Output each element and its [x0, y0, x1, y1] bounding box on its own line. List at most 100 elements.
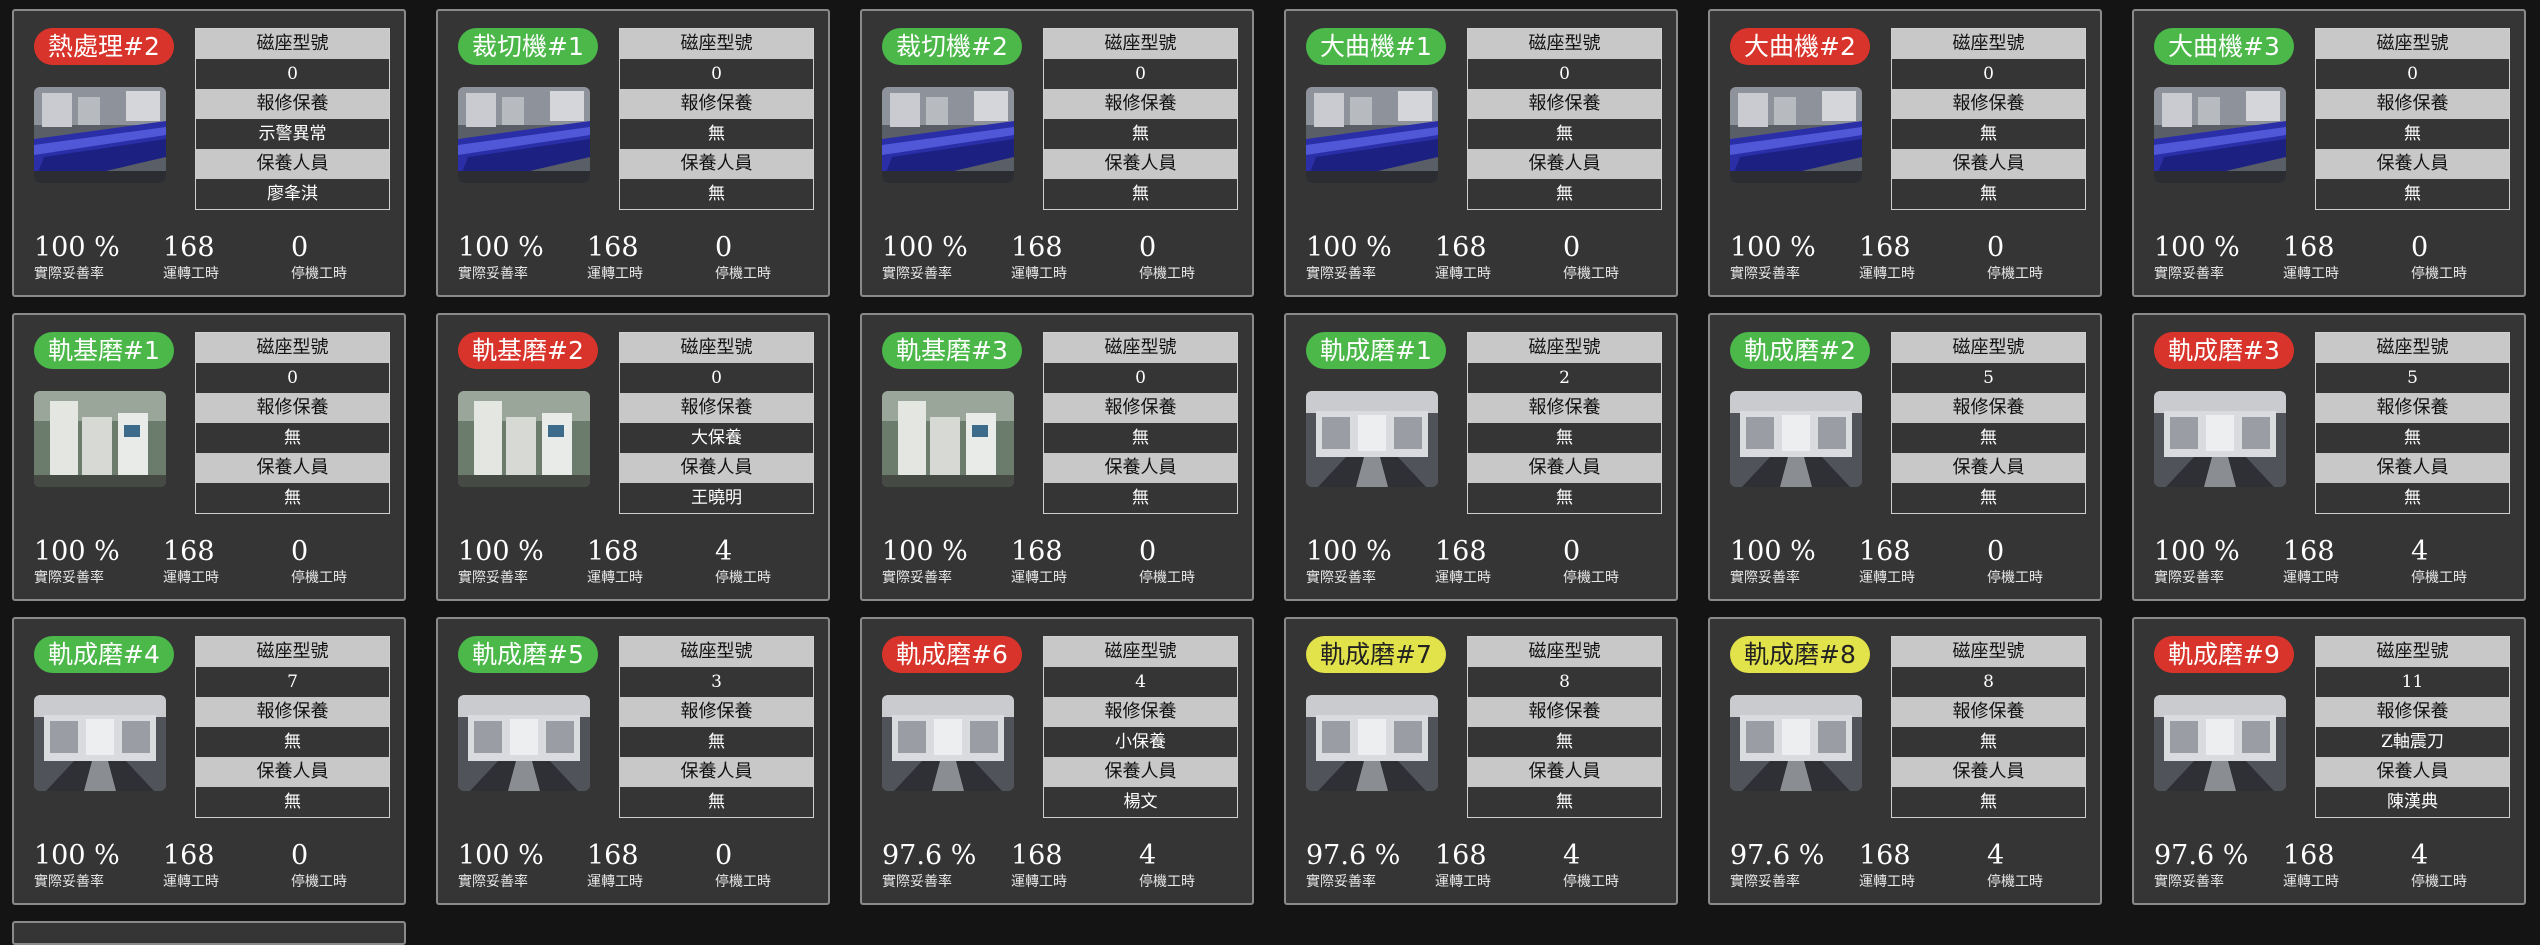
staff-value: 無	[2316, 179, 2509, 209]
availability-value: 100 %	[1730, 536, 1816, 567]
staff-value: 無	[1468, 179, 1661, 209]
machine-card[interactable]: 軌成磨#7 磁座型號 8 報修保養無保養人員無 97.6 % 實際妥善率 168 運轉工時 4 停…	[1284, 617, 1678, 905]
run-hours-stat: 168 運轉工時	[1011, 841, 1067, 891]
staff-value: 無	[1892, 787, 2085, 817]
machine-name-badge: 熱處理#2	[34, 28, 174, 65]
run-hours-label: 運轉工時	[587, 874, 643, 890]
model-value: 0	[620, 59, 813, 89]
stop-hours-value: 4	[1563, 840, 1581, 871]
repair-label: 報修保養	[620, 697, 813, 727]
machine-card[interactable]: 軌基磨#3 磁座型號 0 報修保養無保養人員無 100 % 實際妥善率 168 運轉工時 0 停機…	[860, 313, 1254, 601]
machine-name-badge: 軌成磨#2	[1730, 332, 1870, 369]
machine-card[interactable]: 裁切機#2 磁座型號 0 報修保養無保養人員無 100 % 實際妥善率 168 運轉工時 0 停機…	[860, 9, 1254, 297]
availability-stat: 100 % 實際妥善率	[1306, 537, 1392, 587]
availability-value: 97.6 %	[1730, 840, 1825, 871]
availability-stat: 97.6 % 實際妥善率	[882, 841, 976, 891]
machine-stats: 100 % 實際妥善率 168 運轉工時 0 停機工時	[458, 233, 818, 283]
machine-card[interactable]: 軌成磨#9 磁座型號 11 報修保養 Z軸震刀 保養人員 陳漢典 97.6 % 實際妥善率 168…	[2132, 617, 2526, 905]
blue-machine-icon	[882, 87, 1014, 183]
machine-card[interactable]: 大曲機#2 磁座型號 0 報修保養無保養人員無 100 % 實際妥善率 168 運轉工時 0 停機…	[1708, 9, 2102, 297]
model-label: 磁座型號	[2316, 637, 2509, 667]
staff-label: 保養人員	[2316, 149, 2509, 179]
grinder-machine-icon	[882, 695, 1014, 791]
model-label: 磁座型號	[196, 29, 389, 59]
stop-hours-label: 停機工時	[715, 874, 771, 890]
repair-value: 無	[620, 727, 813, 757]
machine-stats: 97.6 % 實際妥善率 168 運轉工時 4 停機工時	[1730, 841, 2090, 891]
run-hours-value: 168	[1011, 536, 1063, 567]
model-label: 磁座型號	[1892, 637, 2085, 667]
machine-card[interactable]: 軌成磨#4 磁座型號 7 報修保養無保養人員無 100 % 實際妥善率 168 運轉工時 0 停機…	[12, 617, 406, 905]
machine-name-badge: 軌成磨#8	[1730, 636, 1870, 673]
machine-card[interactable]: 軌成磨#6 磁座型號 4 報修保養 小保養 保養人員 楊文 97.6 % 實際妥善率 168 運轉工…	[860, 617, 1254, 905]
availability-value: 100 %	[1306, 536, 1392, 567]
machine-card[interactable]: 軌基磨#2 磁座型號 0 報修保養 大保養 保養人員 王曉明 100 % 實際妥善率 168 運轉工…	[436, 313, 830, 601]
staff-value: 無	[1044, 179, 1237, 209]
repair-value: 無	[1892, 727, 2085, 757]
run-hours-label: 運轉工時	[1011, 266, 1067, 282]
machine-name-badge: 軌基磨#3	[882, 332, 1022, 369]
stop-hours-value: 4	[715, 536, 733, 567]
stop-hours-value: 4	[1139, 840, 1157, 871]
repair-label: 報修保養	[1468, 393, 1661, 423]
machine-card-partial[interactable]	[12, 921, 406, 945]
machine-name-badge: 軌成磨#1	[1306, 332, 1446, 369]
staff-label: 保養人員	[1044, 757, 1237, 787]
model-value: 7	[196, 667, 389, 697]
machine-card[interactable]: 軌成磨#1 磁座型號 2 報修保養無保養人員無 100 % 實際妥善率 168 運轉工時 0 停機…	[1284, 313, 1678, 601]
machine-card[interactable]: 軌成磨#3 磁座型號 5 報修保養無保養人員無 100 % 實際妥善率 168 運轉工時 4 停機…	[2132, 313, 2526, 601]
model-value: 2	[1468, 363, 1661, 393]
model-label: 磁座型號	[620, 29, 813, 59]
model-value: 0	[620, 363, 813, 393]
staff-value: 楊文	[1044, 787, 1237, 817]
machine-stats: 100 % 實際妥善率 168 運轉工時 0 停機工時	[1730, 537, 2090, 587]
machine-card[interactable]: 軌成磨#2 磁座型號 5 報修保養無保養人員無 100 % 實際妥善率 168 運轉工時 0 停機…	[1708, 313, 2102, 601]
availability-label: 實際妥善率	[2154, 874, 2224, 890]
availability-label: 實際妥善率	[458, 874, 528, 890]
machine-card[interactable]: 大曲機#1 磁座型號 0 報修保養無保養人員無 100 % 實際妥善率 168 運轉工時 0 停機…	[1284, 9, 1678, 297]
stop-hours-label: 停機工時	[1563, 266, 1619, 282]
repair-label: 報修保養	[196, 393, 389, 423]
model-value: 0	[196, 59, 389, 89]
machine-card[interactable]: 裁切機#1 磁座型號 0 報修保養無保養人員無 100 % 實際妥善率 168 運轉工時 0 停機…	[436, 9, 830, 297]
grinder-machine-icon	[2154, 391, 2286, 487]
staff-label: 保養人員	[1892, 453, 2085, 483]
machine-card[interactable]: 軌基磨#1 磁座型號 0 報修保養無保養人員無 100 % 實際妥善率 168 運轉工時 0 停機…	[12, 313, 406, 601]
staff-label: 保養人員	[620, 149, 813, 179]
stop-hours-label: 停機工時	[715, 570, 771, 586]
machine-info-table: 磁座型號 0 報修保養無保養人員無	[195, 332, 390, 514]
model-label: 磁座型號	[620, 333, 813, 363]
machine-info-table: 磁座型號 0 報修保養無保養人員無	[1891, 28, 2086, 210]
machine-card[interactable]: 軌成磨#8 磁座型號 8 報修保養無保養人員無 97.6 % 實際妥善率 168 運轉工時 4 停…	[1708, 617, 2102, 905]
stop-hours-stat: 4 停機工時	[2411, 537, 2467, 587]
machine-name-badge: 軌成磨#3	[2154, 332, 2294, 369]
availability-label: 實際妥善率	[1730, 570, 1800, 586]
machine-card[interactable]: 軌成磨#5 磁座型號 3 報修保養無保養人員無 100 % 實際妥善率 168 運轉工時 0 停機…	[436, 617, 830, 905]
white-machine-icon	[882, 391, 1014, 487]
machine-info-table: 磁座型號 8 報修保養無保養人員無	[1891, 636, 2086, 818]
stop-hours-label: 停機工時	[2411, 874, 2467, 890]
stop-hours-label: 停機工時	[2411, 266, 2467, 282]
run-hours-label: 運轉工時	[2283, 570, 2339, 586]
run-hours-label: 運轉工時	[1435, 874, 1491, 890]
staff-label: 保養人員	[1468, 453, 1661, 483]
stop-hours-value: 0	[291, 840, 309, 871]
run-hours-stat: 168 運轉工時	[587, 233, 643, 283]
staff-value: 陳漢典	[2316, 787, 2509, 817]
availability-value: 100 %	[458, 536, 544, 567]
machine-card[interactable]: 大曲機#3 磁座型號 0 報修保養無保養人員無 100 % 實際妥善率 168 運轉工時 0 停機…	[2132, 9, 2526, 297]
stop-hours-stat: 4 停機工時	[1139, 841, 1195, 891]
grinder-machine-icon	[1730, 391, 1862, 487]
machine-stats: 100 % 實際妥善率 168 運轉工時 4 停機工時	[458, 537, 818, 587]
machine-info-table: 磁座型號 5 報修保養無保養人員無	[1891, 332, 2086, 514]
machine-card[interactable]: 熱處理#2 磁座型號 0 報修保養 示警異常 保養人員 廖夆淇 100 % 實際妥善率 168 運轉…	[12, 9, 406, 297]
repair-label: 報修保養	[1044, 393, 1237, 423]
staff-value: 無	[196, 787, 389, 817]
model-label: 磁座型號	[2316, 29, 2509, 59]
repair-value: 無	[1892, 119, 2085, 149]
run-hours-value: 168	[163, 536, 215, 567]
model-value: 5	[2316, 363, 2509, 393]
repair-label: 報修保養	[1468, 89, 1661, 119]
machine-stats: 100 % 實際妥善率 168 運轉工時 0 停機工時	[1306, 537, 1666, 587]
machine-stats: 100 % 實際妥善率 168 運轉工時 0 停機工時	[458, 841, 818, 891]
